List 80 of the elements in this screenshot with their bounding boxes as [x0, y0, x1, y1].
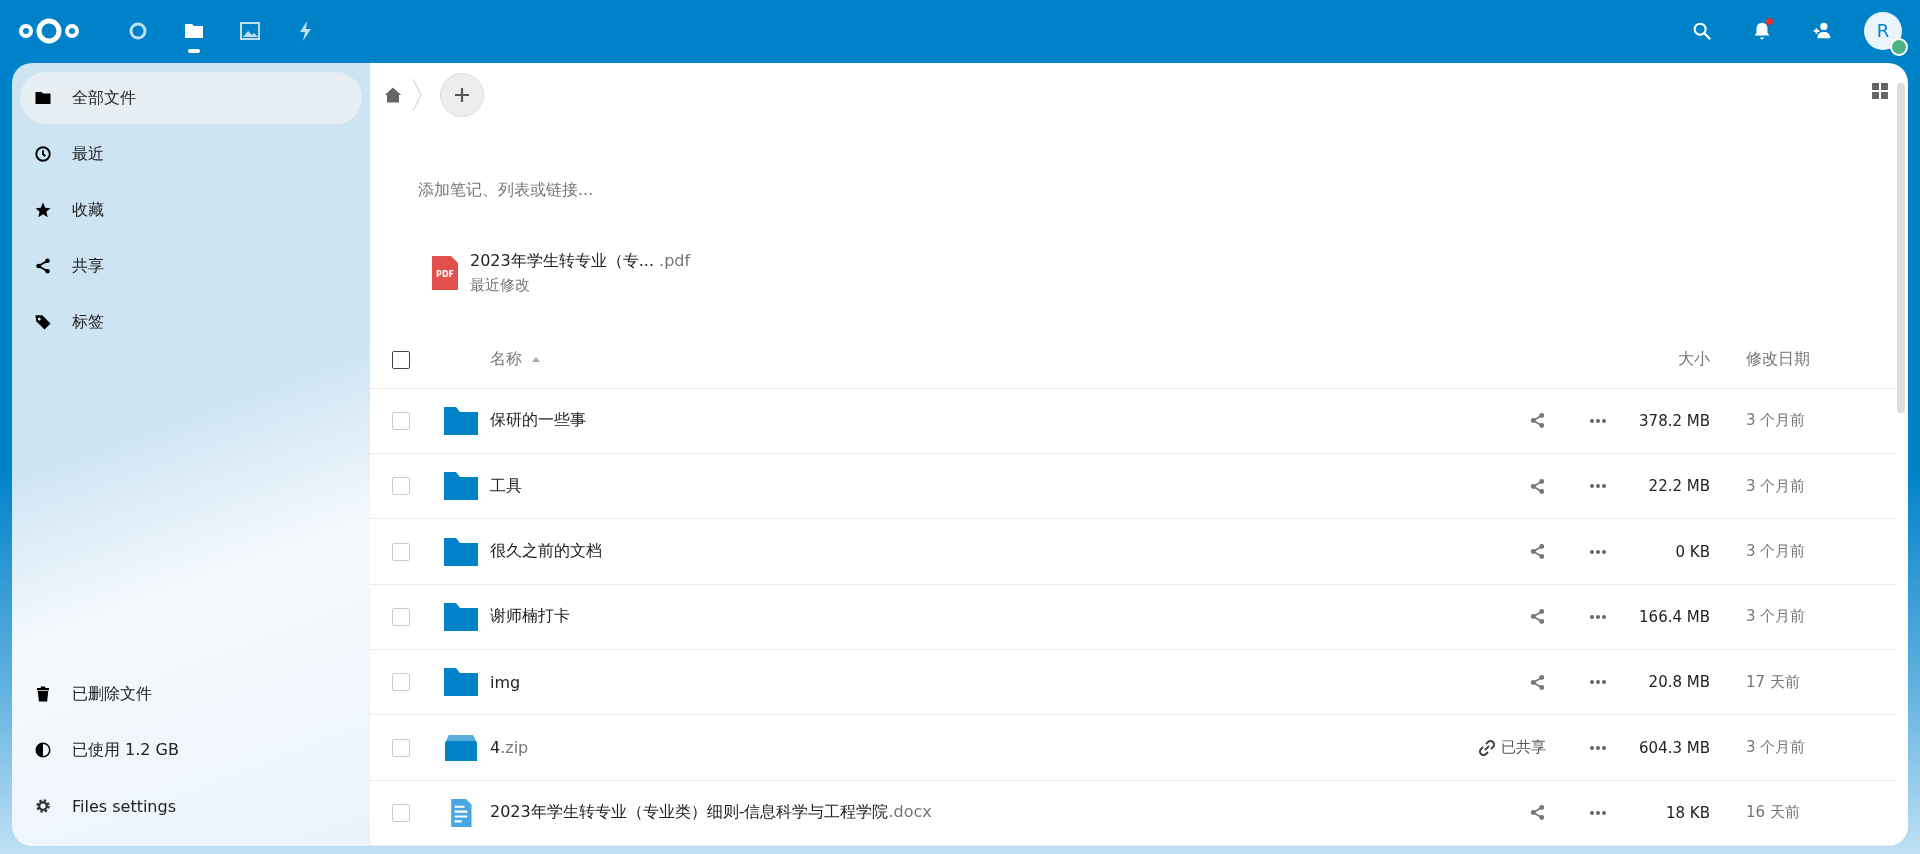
file-name[interactable]: img: [490, 672, 1450, 692]
sidebar-item[interactable]: 已使用 1.2 GB: [20, 724, 362, 776]
file-size: 20.8 MB: [1648, 673, 1711, 692]
sidebar-item[interactable]: 全部文件: [20, 72, 362, 124]
row-checkbox[interactable]: [392, 411, 410, 430]
share-icon[interactable]: [1529, 543, 1546, 561]
modified-date: 3 个月前: [1746, 542, 1807, 562]
tag-icon: [34, 313, 52, 331]
column-header[interactable]: 大小: [1678, 349, 1710, 371]
share-icon[interactable]: [1529, 412, 1546, 430]
more-actions-icon[interactable]: [1590, 614, 1606, 619]
new-button[interactable]: [440, 72, 484, 117]
sidebar-item[interactable]: Files settings: [20, 780, 362, 832]
sidebar-item[interactable]: 最近: [20, 128, 362, 180]
modified-date: 3 个月前: [1746, 476, 1807, 496]
modified-date: 3 个月前: [1746, 738, 1807, 758]
grid-view-icon[interactable]: [1872, 83, 1888, 99]
more-actions-icon[interactable]: [1590, 810, 1606, 815]
recent-file-subtitle: 最近修改: [470, 276, 531, 296]
select-all-checkbox[interactable]: [392, 350, 410, 369]
folder-icon: [444, 472, 478, 501]
row-checkbox[interactable]: [392, 738, 410, 757]
more-actions-icon[interactable]: [1590, 418, 1606, 423]
more-actions-icon[interactable]: [1590, 745, 1606, 750]
folder-icon: [444, 602, 478, 631]
file-size: 0 KB: [1675, 542, 1711, 561]
column-header[interactable]: 修改日期: [1746, 349, 1810, 371]
row-checkbox[interactable]: [392, 607, 410, 626]
more-actions-icon[interactable]: [1590, 484, 1606, 489]
more-actions-icon[interactable]: [1590, 680, 1606, 685]
file-size: 18 KB: [1666, 803, 1711, 822]
recent-file-name[interactable]: 2023年学生转专业（专... .pdf: [470, 251, 691, 273]
file-size: 604.3 MB: [1639, 738, 1711, 757]
sidebar-item[interactable]: 已删除文件: [20, 668, 362, 720]
clock-icon: [34, 145, 52, 163]
modified-date: 17 天前: [1746, 672, 1801, 692]
gear-icon: [34, 797, 52, 815]
folder-icon: [444, 537, 478, 566]
plus-icon: [453, 85, 471, 104]
pie-chart-icon: [34, 741, 52, 759]
file-name[interactable]: 2023年学生转专业（专业类）细则-信息科学与工程学院.docx: [490, 802, 1450, 824]
pdf-file-icon[interactable]: PDF: [432, 256, 458, 291]
sidebar-item[interactable]: 标签: [20, 296, 362, 348]
file-name[interactable]: 谢师楠打卡: [490, 606, 1450, 628]
user-avatar[interactable]: R: [1864, 11, 1902, 50]
folder-icon: [34, 89, 52, 107]
trash-icon: [34, 685, 52, 703]
file-size: 166.4 MB: [1639, 607, 1711, 626]
star-icon: [34, 201, 52, 219]
modified-date: 3 个月前: [1746, 411, 1807, 431]
file-name[interactable]: 保研的一些事: [490, 410, 1450, 432]
scrollbar[interactable]: [1897, 83, 1905, 413]
note-field[interactable]: 添加笔记、列表或链接...: [418, 172, 1018, 208]
share-icon[interactable]: [1529, 608, 1546, 626]
file-name[interactable]: 工具: [490, 475, 1450, 497]
breadcrumb-separator-icon: [412, 77, 422, 112]
share-icon[interactable]: [1529, 804, 1546, 822]
more-actions-icon[interactable]: [1590, 549, 1606, 554]
share-icon[interactable]: [1529, 477, 1546, 495]
column-header[interactable]: 名称: [490, 349, 522, 371]
row-checkbox[interactable]: [392, 542, 410, 561]
row-checkbox[interactable]: [392, 673, 410, 692]
file-size: 378.2 MB: [1639, 411, 1711, 430]
modified-date: 3 个月前: [1746, 607, 1807, 627]
share-icon[interactable]: [1529, 673, 1546, 691]
folder-icon: [444, 668, 478, 697]
package-icon: [444, 733, 478, 762]
row-checkbox[interactable]: [392, 477, 410, 496]
file-name[interactable]: 4.zip: [490, 738, 1450, 758]
modified-date: 16 天前: [1746, 803, 1801, 823]
folder-icon: [444, 406, 478, 435]
shared-link-button[interactable]: 已共享: [1479, 738, 1570, 758]
share-icon: [34, 257, 52, 275]
home-icon[interactable]: [384, 85, 402, 104]
file-name[interactable]: 很久之前的文档: [490, 541, 1450, 563]
file-size: 22.2 MB: [1648, 477, 1711, 496]
link-icon: [1479, 739, 1495, 756]
sidebar-item[interactable]: 共享: [20, 240, 362, 292]
sidebar-item[interactable]: 收藏: [20, 184, 362, 236]
row-checkbox[interactable]: [392, 803, 410, 822]
